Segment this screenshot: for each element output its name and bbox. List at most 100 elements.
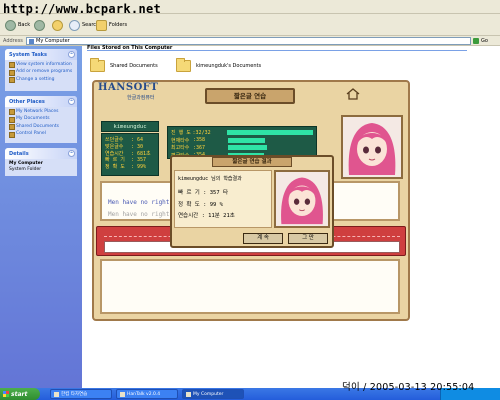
collapse-chevron-icon[interactable]: ^ xyxy=(68,51,75,58)
history-area xyxy=(100,259,400,314)
folders-label: Folders xyxy=(109,22,128,28)
result-value: : 99 % xyxy=(203,201,223,208)
result-character-image xyxy=(281,177,323,225)
start-label: start xyxy=(11,390,28,398)
result-value: : 357 타 xyxy=(203,190,229,196)
stat-value: 99% xyxy=(137,164,147,171)
app-icon xyxy=(120,391,125,397)
result-key: 빠 르 기 xyxy=(178,190,200,196)
app-icon xyxy=(54,391,59,397)
taskbar-item-typing-practice[interactable]: 한컴 타자연습 xyxy=(50,389,112,399)
system-tasks-title: System Tasks xyxy=(9,52,47,58)
sidebar-item-add-remove-programs[interactable]: Add or remove programs xyxy=(5,68,77,75)
start-button[interactable]: start xyxy=(0,388,40,400)
result-body: kimeungduc 님의 학습결과 빠 르 기 : 357 타 정 확 도 :… xyxy=(174,170,272,228)
taskbar-item-label: 한컴 타자연습 xyxy=(61,392,88,397)
address-field[interactable]: My Computer xyxy=(26,37,471,45)
progress-bar xyxy=(228,137,265,143)
stat-value: 357 xyxy=(137,157,147,164)
details-name: My Computer xyxy=(9,161,43,166)
logo-subtitle: 한글과컴퓨터 xyxy=(127,95,155,101)
result-value: : 11분 21초 xyxy=(201,213,235,219)
address-label: Address xyxy=(3,38,23,44)
sidebar-item-network-places[interactable]: My Network Places xyxy=(5,107,77,115)
character-portrait-image xyxy=(348,123,396,175)
progress-value: 358 xyxy=(196,137,206,144)
toolbar: Back Search Folders xyxy=(0,14,500,36)
up-folder-button[interactable] xyxy=(50,18,65,32)
taskbar-item-label: My Computer xyxy=(193,391,224,397)
folders-icon xyxy=(96,19,107,31)
home-icon[interactable] xyxy=(346,88,360,100)
details-panel: Details ^ My Computer System Folder xyxy=(5,148,77,176)
folder-icon xyxy=(186,391,191,397)
details-type: System Folder xyxy=(9,167,42,172)
sidebar-item-my-documents[interactable]: My Documents xyxy=(5,115,77,122)
stat-key: 맞은글수 xyxy=(105,143,124,150)
result-heading: kimeungduc 님의 학습결과 xyxy=(178,176,242,182)
progress-row: 현재타수:358 xyxy=(171,137,313,145)
capture-timestamp: 덕이 / 2005-03-13 20:55:04 xyxy=(342,382,475,393)
stat-row: 쓰던글수: 64 xyxy=(105,137,155,144)
folder-shared-documents[interactable]: Shared Documents xyxy=(90,58,158,72)
address-bar: Address My Computer Go xyxy=(0,36,500,46)
taskbar-item-hantalk[interactable]: HanTalk v2.0.4 xyxy=(116,389,178,399)
back-arrow-icon xyxy=(5,19,16,31)
sidebar-item-control-panel[interactable]: Control Panel xyxy=(5,130,77,137)
stat-row: 맞은글수: 30 xyxy=(105,144,155,151)
result-character-portrait xyxy=(274,170,330,228)
folder-label: Shared Documents xyxy=(110,63,158,69)
folder-user-documents[interactable]: kimeungduk's Documents xyxy=(176,58,262,72)
character-portrait xyxy=(341,115,403,179)
section-divider xyxy=(87,50,467,51)
player-name: kimeungduc xyxy=(101,121,159,132)
progress-bar xyxy=(226,130,314,136)
progress-key: 현재타수 xyxy=(171,137,190,144)
hansoft-logo: HANSOFT xyxy=(98,82,159,93)
folders-button[interactable]: Folders xyxy=(94,18,129,32)
other-places-header[interactable]: Other Places ^ xyxy=(5,96,77,107)
details-header[interactable]: Details ^ xyxy=(5,148,77,159)
stat-key: 정 확 도 xyxy=(105,164,125,171)
watermark-url: http://www.bcpark.net xyxy=(3,2,162,16)
windows-logo-icon xyxy=(3,391,9,397)
go-label: Go xyxy=(481,38,488,44)
progress-key: 진 행 도 xyxy=(171,130,191,137)
task-pane: System Tasks ^ View system information A… xyxy=(0,46,82,388)
back-label: Back xyxy=(18,22,31,28)
taskbar-item-my-computer[interactable]: My Computer xyxy=(182,389,244,399)
go-arrow-icon xyxy=(473,38,479,44)
folder-icon xyxy=(90,58,105,72)
result-row: 빠 르 기 : 357 타 xyxy=(178,188,268,196)
up-folder-icon xyxy=(52,19,63,31)
stat-value: 681초 xyxy=(137,150,151,157)
stat-value: 30 xyxy=(137,143,144,150)
result-key: 정 확 도 xyxy=(178,201,200,208)
progress-bar xyxy=(228,145,267,151)
sidebar-item-view-system-info[interactable]: View system information xyxy=(5,60,77,68)
collapse-chevron-icon[interactable]: ^ xyxy=(68,98,75,105)
forward-arrow-icon xyxy=(34,19,45,31)
stat-row: 정 확 도: 99% xyxy=(105,164,155,171)
progress-value: 32/32 xyxy=(195,129,211,136)
quit-button[interactable]: 그 만 xyxy=(288,233,328,244)
back-button[interactable]: Back xyxy=(3,18,32,32)
forward-button[interactable] xyxy=(32,18,47,32)
progress-key: 최고타수 xyxy=(171,145,190,152)
system-tasks-header[interactable]: System Tasks ^ xyxy=(5,49,77,60)
sidebar-item-shared-documents[interactable]: Shared Documents xyxy=(5,122,77,130)
details-title: Details xyxy=(9,151,29,157)
stat-value: 64 xyxy=(137,137,144,143)
system-tasks-panel: System Tasks ^ View system information A… xyxy=(5,49,77,91)
progress-row: 최고타수:367 xyxy=(171,144,313,152)
folder-icon xyxy=(176,58,191,72)
go-button[interactable]: Go xyxy=(473,37,497,45)
other-places-title: Other Places xyxy=(9,99,45,105)
result-row: 연습시간 : 11분 21초 xyxy=(178,211,268,219)
folder-label: kimeungduk's Documents xyxy=(196,63,262,69)
progress-row: 진 행 도:32/32 xyxy=(171,129,314,137)
collapse-chevron-icon[interactable]: ^ xyxy=(68,150,75,157)
continue-button[interactable]: 계 속 xyxy=(243,233,283,244)
search-icon xyxy=(69,19,80,31)
sidebar-item-change-setting[interactable]: Change a setting xyxy=(5,75,77,83)
